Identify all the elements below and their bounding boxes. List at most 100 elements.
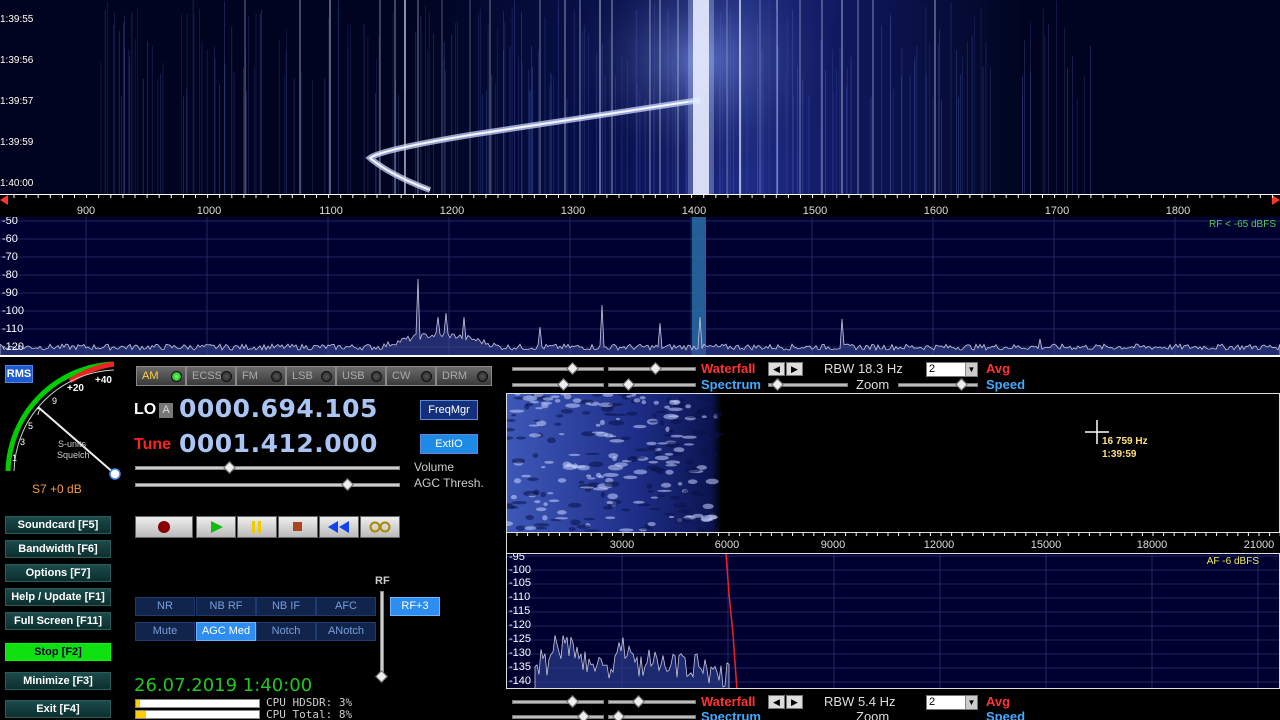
rf-frequency-axis[interactable]: 900 1000 1100 1200 1300 1400 1500 1600 1… [0, 194, 1280, 218]
nb-rf-button[interactable]: NB RF [196, 597, 256, 616]
led-icon [271, 371, 282, 382]
af-waterfall-slider[interactable] [608, 362, 696, 375]
af-waterfall-image [507, 394, 724, 532]
stop-playback-button[interactable] [278, 516, 318, 538]
af-spectrum-slider[interactable] [512, 378, 604, 391]
axis-tick-label: 18000 [1136, 539, 1168, 551]
rf-spectrum[interactable]: -50 -60 -70 -80 -90 -100 -110 -120 RF < … [0, 217, 1280, 357]
loop-icon [369, 521, 391, 533]
play-button[interactable] [196, 516, 236, 538]
volume-label: Volume [414, 460, 455, 474]
bandwidth-button[interactable]: Bandwidth [F6] [5, 540, 111, 558]
s-meter-scale: 5 [28, 421, 34, 431]
rf-gain-button[interactable]: RF+3 [390, 597, 440, 616]
rbw-right-button[interactable]: ▶ [786, 695, 803, 709]
slider-thumb[interactable] [955, 378, 968, 391]
fullscreen-button[interactable]: Full Screen [F11] [5, 612, 111, 630]
rewind-button[interactable] [319, 516, 359, 538]
slider-thumb[interactable] [375, 670, 388, 683]
slider-thumb[interactable] [341, 478, 354, 491]
slider-thumb[interactable] [649, 362, 662, 375]
tune-frequency[interactable]: 0001.412.000 [179, 429, 378, 458]
led-icon [421, 371, 432, 382]
chevron-down-icon: ▼ [965, 363, 977, 376]
avg-select[interactable]: 2 ▼ [926, 695, 978, 710]
minimize-button[interactable]: Minimize [F3] [5, 672, 111, 690]
pause-button[interactable] [237, 516, 277, 538]
rbw-left-button[interactable]: ◀ [768, 695, 785, 709]
slider-thumb[interactable] [622, 378, 635, 391]
slider-thumb[interactable] [577, 710, 590, 720]
af-spectrum-slider[interactable] [608, 710, 696, 720]
lo-lock-button[interactable]: A [159, 403, 173, 418]
rf-slider-label: RF [375, 575, 390, 587]
af-waterfall-slider[interactable] [512, 362, 604, 375]
lo-frequency[interactable]: 0000.694.105 [179, 394, 378, 423]
date-time: 26.07.2019 1:40:00 [134, 675, 313, 696]
af-waterfall-slider[interactable] [608, 695, 696, 708]
af-waterfall[interactable]: 16 759 Hz 1:39:59 [506, 393, 1280, 533]
slider-thumb[interactable] [566, 362, 579, 375]
speed-slider[interactable] [898, 378, 978, 391]
afc-button[interactable]: AFC [316, 597, 376, 616]
af-frequency-axis[interactable]: 3000 6000 9000 12000 15000 18000 21000 [506, 533, 1280, 553]
s-meter-scale: +40 [95, 375, 112, 386]
db-label: -90 [2, 287, 18, 299]
rf-gain-slider[interactable] [375, 591, 388, 683]
mode-lsb-button[interactable]: LSB [286, 366, 336, 386]
db-label: -120 [509, 619, 532, 631]
nr-button[interactable]: NR [135, 597, 195, 616]
mode-usb-button[interactable]: USB [336, 366, 386, 386]
zoom-label: Zoom [856, 709, 890, 720]
exit-button[interactable]: Exit [F4] [5, 700, 111, 718]
zoom-slider[interactable] [768, 378, 848, 391]
af-spectrum[interactable]: -95 -100 -105 -110 -115 -120 -125 -130 -… [506, 553, 1280, 689]
mode-am-button[interactable]: AM [136, 366, 186, 386]
af-waterfall-slider[interactable] [512, 695, 604, 708]
s-meter-reading: S7 +0 dB [32, 482, 82, 496]
avg-label: Avg [986, 361, 1011, 376]
stop-button[interactable]: Stop [F2] [5, 643, 111, 661]
axis-tick-label: 1800 [1165, 205, 1191, 217]
help-update-button[interactable]: Help / Update [F1] [5, 588, 111, 606]
extio-button[interactable]: ExtIO [420, 434, 478, 454]
rf-waterfall[interactable]: 1:39:55 1:39:56 1:39:57 1:39:59 1:40:00 [0, 0, 1280, 194]
agc-threshold-slider[interactable] [135, 478, 400, 491]
mode-cw-button[interactable]: CW [386, 366, 436, 386]
axis-tick-label: 6000 [714, 539, 740, 551]
mode-ecss-button[interactable]: ECSS [186, 366, 236, 386]
speed-label: Speed [986, 709, 1026, 720]
anotch-button[interactable]: ANotch [316, 622, 376, 641]
mode-label: USB [342, 370, 365, 382]
slider-thumb[interactable] [557, 378, 570, 391]
mode-fm-button[interactable]: FM [236, 366, 286, 386]
mute-button[interactable]: Mute [135, 622, 195, 641]
options-button[interactable]: Options [F7] [5, 564, 111, 582]
nb-if-button[interactable]: NB IF [256, 597, 316, 616]
avg-select[interactable]: 2 ▼ [926, 362, 978, 377]
soundcard-button[interactable]: Soundcard [F5] [5, 516, 111, 534]
axis-tick-label: 1000 [196, 205, 222, 217]
chevron-down-icon: ▼ [965, 696, 977, 709]
slider-thumb[interactable] [612, 710, 625, 720]
db-label: -115 [509, 605, 531, 617]
freqmgr-button[interactable]: FreqMgr [420, 400, 478, 420]
cursor-time: 1:39:59 [1102, 449, 1137, 460]
rbw-left-button[interactable]: ◀ [768, 362, 785, 376]
af-spectrum-slider[interactable] [608, 378, 696, 391]
slider-thumb[interactable] [223, 461, 236, 474]
slider-thumb[interactable] [632, 695, 645, 708]
slider-thumb[interactable] [771, 378, 784, 391]
volume-slider[interactable] [135, 461, 400, 474]
loop-button[interactable] [360, 516, 400, 538]
led-icon [371, 371, 382, 382]
axis-tick-label: 900 [76, 205, 96, 217]
notch-button[interactable]: Notch [256, 622, 316, 641]
mode-drm-button[interactable]: DRM [436, 366, 492, 386]
slider-thumb[interactable] [566, 695, 579, 708]
af-spectrum-slider[interactable] [512, 710, 604, 720]
record-button[interactable] [135, 516, 193, 538]
cpu-total-bar [135, 710, 260, 719]
agc-med-button[interactable]: AGC Med [196, 622, 256, 641]
rbw-right-button[interactable]: ▶ [786, 362, 803, 376]
